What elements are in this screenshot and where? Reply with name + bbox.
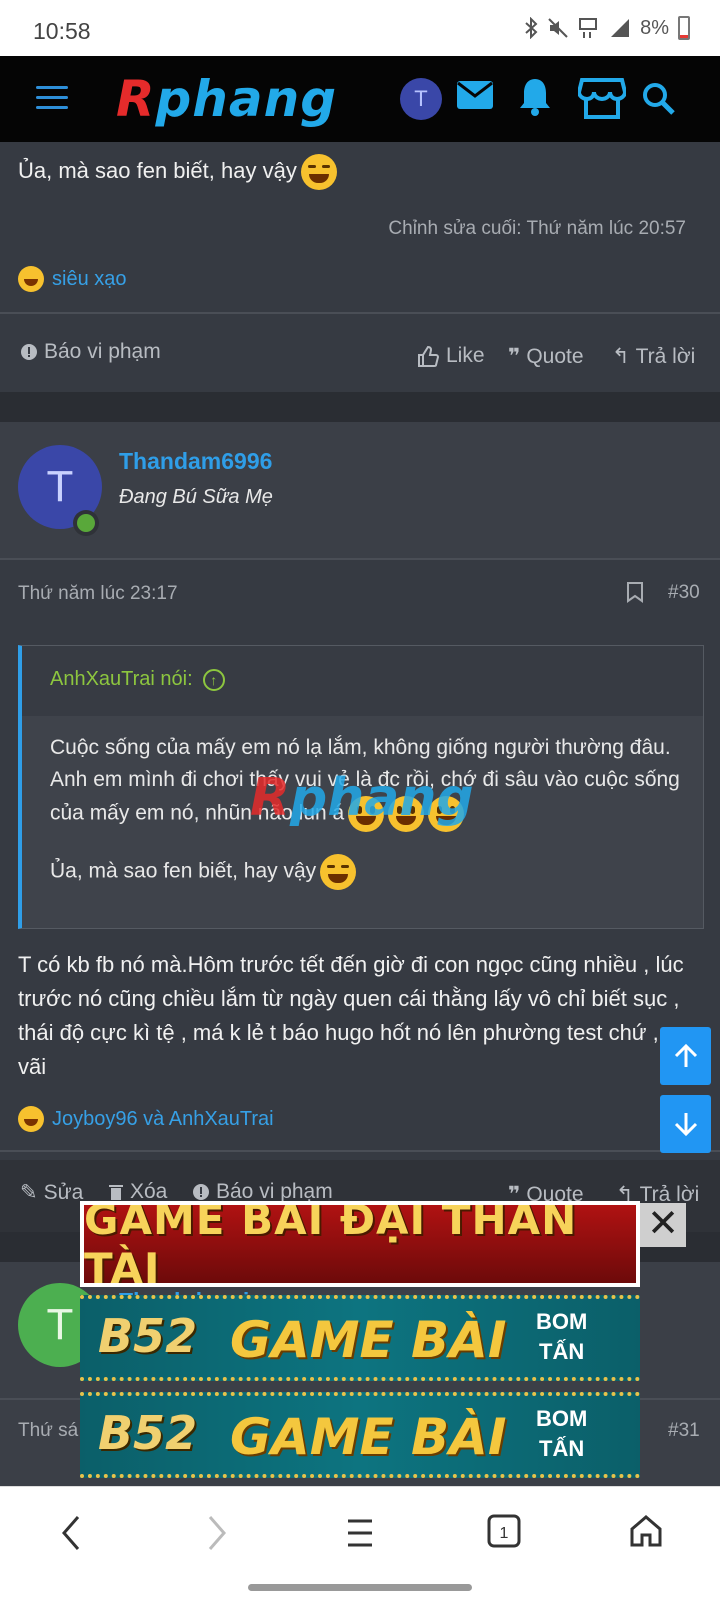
site-logo[interactable]: Rphang: [116, 70, 337, 128]
close-ad-button[interactable]: ✕: [640, 1203, 686, 1247]
ad-banner-3[interactable]: B52 GAME BÀI BOM TẤN: [80, 1392, 640, 1478]
svg-text:1: 1: [500, 1525, 509, 1542]
laugh-emoji: [320, 854, 357, 890]
divider: [0, 312, 720, 314]
thumbs-up-icon: [418, 345, 440, 367]
arrow-up-circle-icon: ↑: [202, 668, 225, 691]
report-button[interactable]: Báo vi phạm: [20, 340, 161, 364]
post-date[interactable]: Thứ sá: [18, 1420, 78, 1442]
online-indicator: [73, 510, 99, 536]
ad-banner-1[interactable]: GAME BÀI ĐẠI THẦN TÀI: [80, 1201, 640, 1287]
username[interactable]: Thandam6996: [119, 448, 272, 475]
reply-icon: ↰: [612, 345, 630, 368]
reply-button[interactable]: ↰ Trả lời: [612, 344, 695, 369]
store-icon[interactable]: [578, 76, 626, 120]
edit-button[interactable]: ✎ Sửa: [20, 1180, 83, 1205]
quote-author-link[interactable]: AnhXauTrai nói: ↑: [50, 668, 225, 691]
alert-icon: [21, 344, 37, 360]
post-2-reactions[interactable]: Joyboy96 và AnhXauTrai: [18, 1106, 274, 1132]
back-icon[interactable]: [60, 1513, 84, 1553]
post-2-text: T có kb fb nó mà.Hôm trước tết đến giờ đ…: [18, 952, 700, 1079]
tabs-icon[interactable]: 1: [486, 1513, 522, 1549]
lte-icon: [579, 18, 598, 38]
mute-icon: [548, 18, 568, 38]
post-1-edited: Chỉnh sửa cuối: Thứ năm lúc 20:57: [388, 218, 686, 239]
post-gap: [0, 392, 720, 422]
trash-icon: [109, 1185, 123, 1200]
menu-lines-icon[interactable]: [346, 1517, 374, 1549]
home-indicator[interactable]: [248, 1584, 472, 1591]
signal-icon: [611, 19, 630, 37]
post-1-reactions[interactable]: siêu xạo: [18, 266, 127, 292]
ad-banner-2[interactable]: B52 GAME BÀI BOM TẤN: [80, 1295, 640, 1381]
scroll-down-button[interactable]: [660, 1095, 711, 1153]
search-icon[interactable]: [642, 82, 676, 116]
alert-icon: [193, 1184, 209, 1200]
status-bar: 10:58 8%: [0, 0, 720, 56]
post-number[interactable]: #30: [668, 582, 700, 604]
status-icons: 8%: [524, 16, 690, 40]
bluetooth-icon: [525, 17, 538, 39]
laugh-emoji: [300, 154, 337, 191]
home-icon[interactable]: [628, 1513, 664, 1549]
arrow-up-icon: [674, 1043, 698, 1067]
haha-icon: [18, 1106, 44, 1132]
pencil-icon: ✎: [20, 1181, 38, 1204]
haha-icon: [18, 266, 44, 292]
forward-icon[interactable]: [204, 1513, 228, 1553]
menu-icon[interactable]: [36, 86, 68, 110]
mail-icon[interactable]: [456, 78, 494, 112]
quote-icon: ❞: [508, 345, 521, 368]
user-avatar-button[interactable]: T: [400, 78, 442, 120]
post-2-userbar: [0, 422, 720, 560]
bookmark-icon[interactable]: [626, 581, 644, 603]
post-date[interactable]: Thứ năm lúc 23:17: [18, 583, 178, 605]
logo-watermark: Rphang: [250, 768, 474, 828]
user-title: Đang Bú Sữa Mẹ: [119, 486, 273, 508]
post-number[interactable]: #31: [668, 1420, 700, 1442]
status-time: 10:58: [33, 18, 91, 44]
app-header: Rphang T: [0, 56, 720, 142]
browser-nav-bar: 1: [0, 1486, 720, 1600]
quote-button[interactable]: ❞ Quote: [508, 344, 584, 369]
battery-text: 8%: [640, 16, 669, 39]
divider: [0, 1150, 720, 1152]
like-button[interactable]: Like: [416, 344, 485, 368]
post-1-text: Ủa, mà sao fen biết, hay vậy: [18, 154, 337, 191]
battery-icon: [678, 16, 690, 40]
scroll-up-button[interactable]: [660, 1027, 711, 1085]
bell-icon[interactable]: [518, 76, 552, 116]
arrow-down-icon: [674, 1113, 698, 1137]
